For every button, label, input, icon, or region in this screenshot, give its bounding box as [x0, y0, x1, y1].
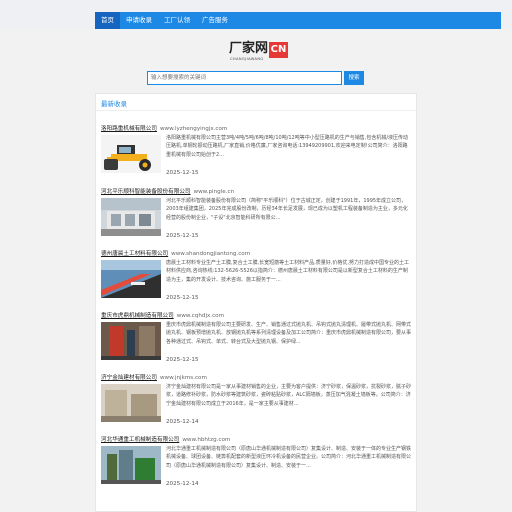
search-button[interactable]: 搜索 [344, 71, 364, 85]
listing-date: 2025-12-15 [166, 170, 199, 176]
company-description: 济宁金灿建材有限公司是一家从事建材销售的企业，主要为客户提供：济宁砂浆，保温砂浆… [166, 384, 412, 407]
latest-listings-panel: 最新收录 洛阳路重机械有限公司 www.lyzhengyingjx.com 洛阳路… [95, 93, 417, 512]
nav-claim-factory[interactable]: 工厂认领 [158, 12, 196, 29]
building-materials-image[interactable] [101, 384, 161, 422]
listing-date: 2025-12-14 [166, 419, 199, 425]
steel-plant-image[interactable] [101, 446, 161, 484]
geomembrane-image[interactable] [101, 260, 161, 298]
listing-date: 2025-12-15 [166, 233, 199, 239]
list-item: 重庆市虎鼎机械制造有限公司 www.cqhdjx.com 重庆市虎鼎机械制造有限公… [101, 312, 416, 372]
company-description: 河北平乐顺科智能装备股份有限公司（简称"平乐顺科"）位于古城正定，创建于1991… [166, 198, 408, 221]
list-item: 河北平乐顺科智能装备股份有限公司 www.pingle.cn 河北平乐顺科智能装备… [101, 188, 416, 248]
site-logo[interactable]: 厂家网 CN CHANGJIAWANG [229, 41, 289, 64]
list-item: 德州唐晨土工材料有限公司 www.shandongjiantong.com 唐晨土… [101, 250, 416, 310]
company-link[interactable]: 河北平乐顺科智能装备股份有限公司 [101, 189, 191, 195]
main-nav: 首页 申请收录 工厂认领 广告服务 [95, 12, 501, 29]
list-item: 济宁金灿建材有限公司 www.jnjkms.com 济宁金灿建材有限公司是一家从事… [101, 374, 416, 434]
company-link[interactable]: 德州唐晨土工材料有限公司 [101, 251, 168, 257]
company-description: 洛阳路重机械有限公司主营3吨/4吨/5吨/6吨/8吨/10吨/12吨等中小型压路… [166, 135, 409, 158]
list-item: 洛阳路重机械有限公司 www.lyzhengyingjx.com 洛阳路重机械有限… [101, 125, 416, 185]
nav-home[interactable]: 首页 [95, 12, 120, 29]
company-url: www.shandongjiantong.com [171, 251, 251, 257]
company-link[interactable]: 洛阳路重机械有限公司 [101, 126, 157, 132]
search-input[interactable] [147, 71, 342, 85]
company-description: 河北华通重工机械制造有限公司（原唐山华通机械制造有限公司）复集设计、制造、安装于… [166, 446, 412, 469]
logo-subtitle: CHANGJIAWANG [230, 57, 264, 61]
company-description: 唐晨土工材料专业生产土工膜,复合土工膜,长宽短筋等土工材料产品,质量好,价格优,… [166, 260, 409, 283]
listing-date: 2025-12-14 [166, 481, 199, 487]
company-link[interactable]: 河北华通重工机械制造有限公司 [101, 437, 179, 443]
company-url: www.lyzhengyingjx.com [159, 126, 228, 132]
shot-blasting-machine-image[interactable] [101, 322, 161, 360]
nav-ad-service[interactable]: 广告服务 [196, 12, 234, 29]
listing-date: 2025-12-15 [166, 295, 199, 301]
company-link[interactable]: 重庆市虎鼎机械制造有限公司 [101, 313, 174, 319]
factory-image[interactable] [101, 198, 161, 236]
divider [96, 110, 416, 111]
nav-apply-listing[interactable]: 申请收录 [120, 12, 158, 29]
panel-title: 最新收录 [101, 100, 127, 108]
logo-badge: CN [269, 42, 289, 58]
logo-text: 厂家网 [229, 41, 269, 56]
company-description: 重庆市虎鼎机械制造有限公司主要研发、生产、销售通过式抛丸机、吊钩式抛丸清理机、履… [166, 322, 412, 345]
company-url: www.jnjkms.com [159, 375, 207, 381]
road-roller-image[interactable] [101, 135, 161, 173]
list-item: 河北华通重工机械制造有限公司 www.hbhtzg.com 河北华通重工机械制造有… [101, 436, 416, 496]
company-url: www.pingle.cn [193, 189, 235, 195]
company-link[interactable]: 济宁金灿建材有限公司 [101, 375, 157, 381]
company-url: www.hbhtzg.com [182, 437, 231, 443]
listing-date: 2025-12-15 [166, 357, 199, 363]
company-url: www.cqhdjx.com [176, 313, 225, 319]
